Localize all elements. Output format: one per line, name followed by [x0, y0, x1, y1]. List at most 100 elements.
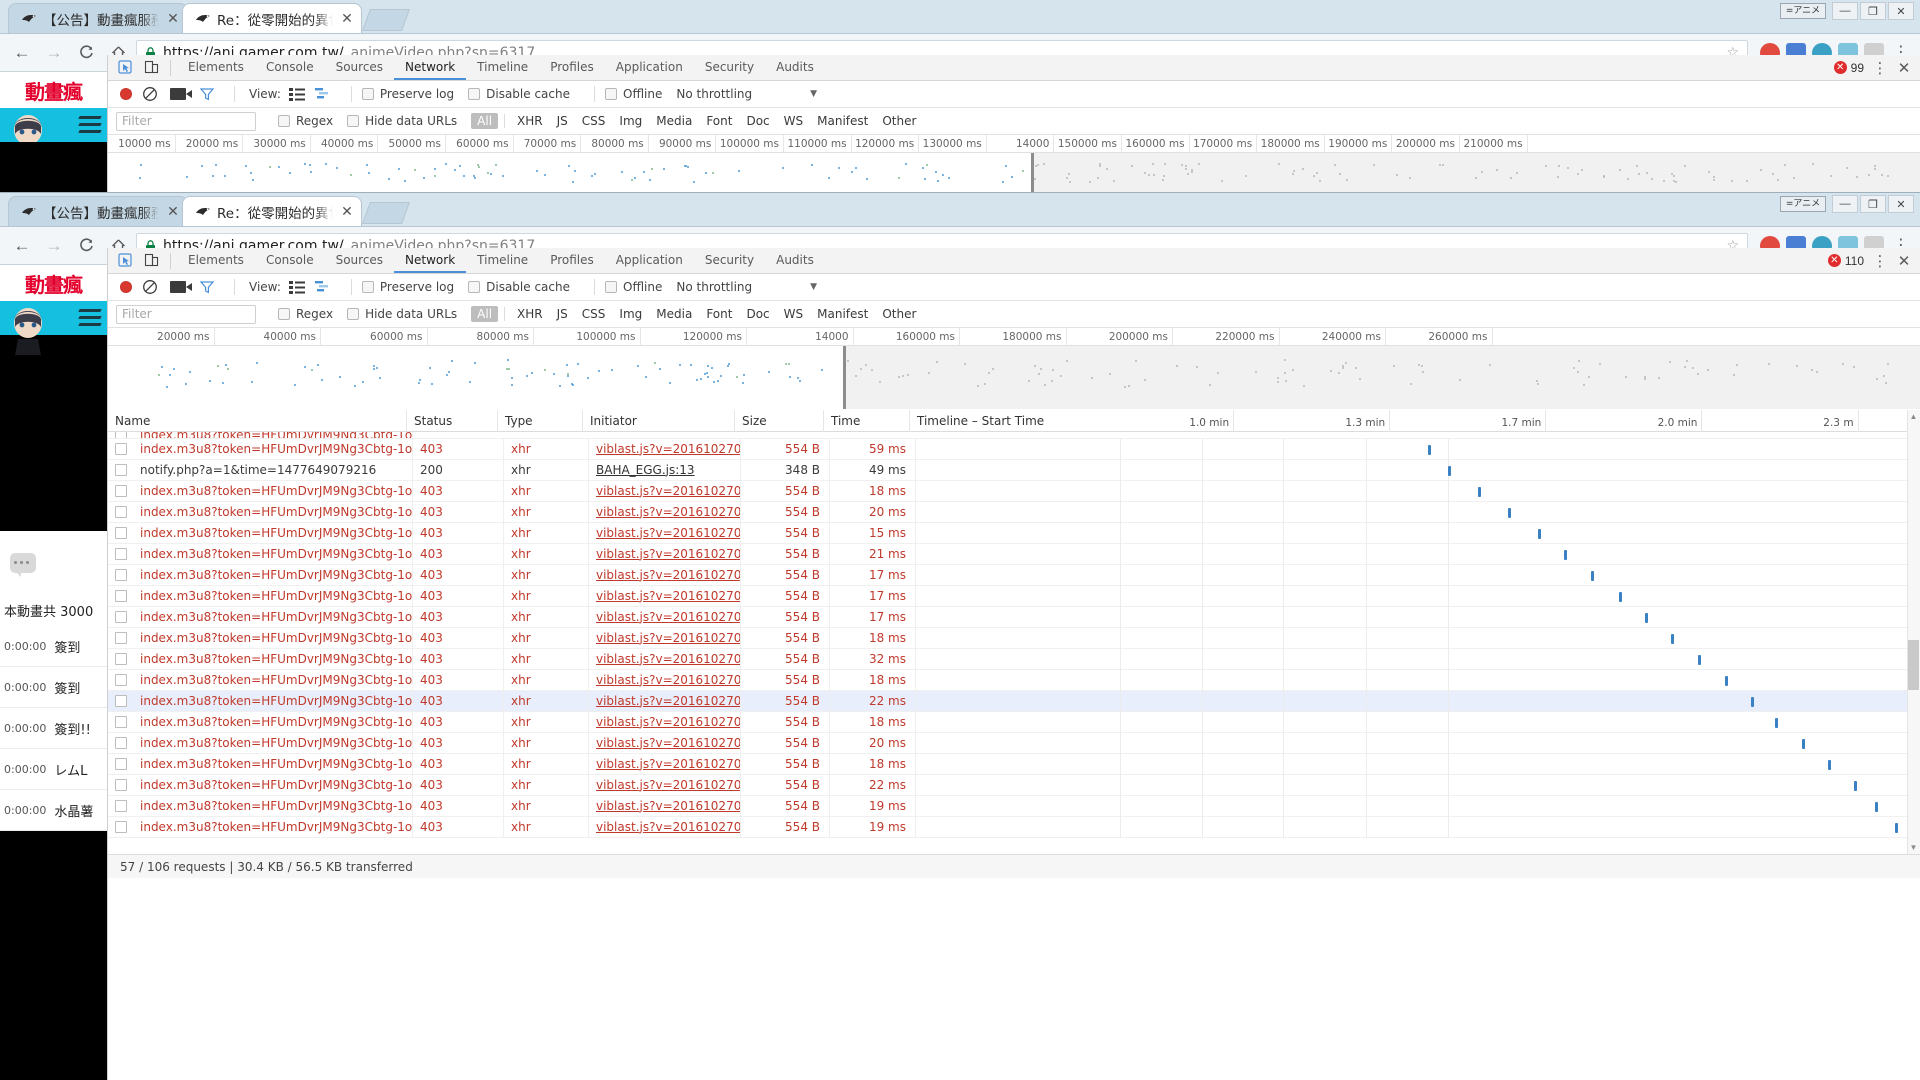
list-item[interactable]: 0:00:00 簽到: [0, 667, 107, 708]
devtools-tab-sources[interactable]: Sources: [325, 55, 394, 80]
regex-option[interactable]: Regex: [278, 114, 333, 128]
initiator-link[interactable]: viblast.js?v=2016102701:3: [596, 505, 740, 519]
column-header-size[interactable]: Size: [735, 410, 824, 432]
table-row[interactable]: index.m3u8?token=HFUmDvrJM9Ng3Cbtg-1orQ&…: [108, 711, 1920, 733]
filter-type-img[interactable]: Img: [613, 306, 648, 322]
table-scrollbar[interactable]: ▲ ▼: [1907, 410, 1920, 854]
devtools-tab-console[interactable]: Console: [255, 248, 325, 273]
filter-type-media[interactable]: Media: [650, 306, 698, 322]
row-checkbox[interactable]: [115, 611, 127, 623]
devtools-tab-timeline[interactable]: Timeline: [466, 248, 539, 273]
inspect-element-icon[interactable]: [112, 57, 138, 79]
filter-type-manifest[interactable]: Manifest: [811, 113, 874, 129]
table-row[interactable]: index.m3u8?token=HFUmDvrJM9Ng3Cbtg-1orQ&…: [108, 774, 1920, 796]
initiator-link[interactable]: viblast.js?v=2016102701:3: [596, 757, 740, 771]
row-checkbox[interactable]: [115, 737, 127, 749]
disable-cache-checkbox[interactable]: [468, 88, 481, 100]
regex-checkbox[interactable]: [278, 115, 290, 127]
view-list-icon[interactable]: [288, 87, 305, 101]
devtools-tab-security[interactable]: Security: [694, 55, 765, 80]
filter-type-doc[interactable]: Doc: [740, 113, 775, 129]
row-checkbox[interactable]: [115, 695, 127, 707]
browser-tab-1-close-icon[interactable]: ✕: [165, 203, 181, 220]
offline-checkbox[interactable]: [605, 88, 617, 100]
hide-data-urls-checkbox[interactable]: [347, 115, 360, 127]
initiator-link[interactable]: viblast.js?v=2016102701:3: [596, 673, 740, 687]
chevron-down-icon[interactable]: ▼: [810, 89, 817, 99]
initiator-link[interactable]: viblast.js?v=2016102701:3: [596, 568, 740, 582]
error-count-badge[interactable]: ✕ 110: [1827, 254, 1864, 268]
regex-checkbox[interactable]: [278, 308, 290, 320]
row-checkbox[interactable]: [115, 632, 127, 644]
row-checkbox[interactable]: [115, 590, 127, 602]
window-maximize-button[interactable]: ❐: [1860, 195, 1886, 213]
new-tab-button[interactable]: [361, 9, 411, 31]
overview-graph-bottom[interactable]: [108, 346, 1920, 409]
devtools-tab-profiles[interactable]: Profiles: [539, 55, 605, 80]
waterfall-bar[interactable]: [1644, 612, 1648, 623]
column-header-timeline[interactable]: Timeline – Start Time: [910, 410, 1078, 432]
initiator-link[interactable]: viblast.js?v=2016102701:3: [596, 610, 740, 624]
disable-cache-option[interactable]: Disable cache: [468, 87, 570, 101]
browser-tab-2[interactable]: Re：從零開始的異世界≒ ✕: [182, 3, 362, 33]
clear-button-icon[interactable]: [142, 86, 158, 102]
new-tab-button[interactable]: [361, 202, 411, 224]
initiator-link[interactable]: viblast.js?v=2016102701:3: [596, 547, 740, 561]
window-close-button[interactable]: ✕: [1888, 195, 1914, 213]
column-header-initiator[interactable]: Initiator: [583, 410, 735, 432]
window-close-button[interactable]: ✕: [1888, 2, 1914, 20]
row-checkbox[interactable]: [115, 485, 127, 497]
video-controls-bar[interactable]: [0, 108, 107, 162]
table-row[interactable]: index.m3u8?token=HFUmDvrJM9Ng3Cbtg-1orQ&…: [108, 690, 1920, 712]
filter-type-js[interactable]: JS: [551, 306, 574, 322]
waterfall-bar[interactable]: [1590, 570, 1594, 581]
filter-funnel-icon[interactable]: [199, 87, 215, 101]
view-list-icon[interactable]: [288, 280, 305, 294]
filter-type-img[interactable]: Img: [613, 113, 648, 129]
initiator-link[interactable]: viblast.js?v=2016102701:3: [596, 778, 740, 792]
disable-cache-option[interactable]: Disable cache: [468, 280, 570, 294]
filter-type-all[interactable]: All: [471, 306, 499, 322]
table-row[interactable]: index.m3u8?token=HFUmDvrJM9Ng3Cbtg-1orQ&…: [108, 753, 1920, 775]
comment-bubble-icon[interactable]: [10, 553, 36, 577]
forward-button[interactable]: →: [40, 39, 68, 67]
window-minimize-button[interactable]: —: [1832, 2, 1858, 20]
column-header-name[interactable]: Name: [108, 410, 407, 432]
initiator-link[interactable]: viblast.js?v=2016102701:3: [596, 820, 740, 834]
inspect-element-icon[interactable]: [112, 250, 138, 272]
table-row[interactable]: index.m3u8?token=HFUmDvrJM9Ng3Cbtg-1orQ&…: [108, 816, 1920, 838]
filter-type-other[interactable]: Other: [876, 306, 922, 322]
site-logo[interactable]: 動畫瘋: [0, 72, 107, 108]
filter-type-ws[interactable]: WS: [778, 306, 809, 322]
filter-type-css[interactable]: CSS: [576, 306, 612, 322]
filter-type-doc[interactable]: Doc: [740, 306, 775, 322]
waterfall-bar[interactable]: [1618, 591, 1622, 602]
waterfall-bar[interactable]: [1853, 780, 1857, 791]
initiator-link[interactable]: viblast.js?v=2016102701:3: [596, 484, 740, 498]
table-row[interactable]: index.m3u8?token=HFUmDvrJM9Ng3Cbtg-1orQ&…: [108, 606, 1920, 628]
throttling-select[interactable]: No throttling ▼: [676, 87, 817, 101]
devtools-tab-application[interactable]: Application: [605, 55, 694, 80]
scroll-down-arrow-icon[interactable]: ▼: [1909, 843, 1918, 852]
waterfall-bar[interactable]: [1538, 528, 1542, 539]
error-count-badge[interactable]: ✕ 99: [1833, 61, 1864, 75]
row-checkbox[interactable]: [115, 653, 127, 665]
devtools-tab-network[interactable]: Network: [394, 55, 467, 80]
preserve-log-checkbox[interactable]: [361, 88, 374, 100]
table-scrollbar-thumb[interactable]: [1908, 640, 1919, 690]
browser-tab-1[interactable]: 【公告】動畫瘋服務正¥ ✕: [8, 196, 188, 226]
devtools-tab-network[interactable]: Network: [394, 248, 467, 273]
filter-type-js[interactable]: JS: [551, 113, 574, 129]
filter-type-font[interactable]: Font: [700, 113, 738, 129]
initiator-link[interactable]: viblast.js?v=2016102701:3: [596, 631, 740, 645]
initiator-link[interactable]: BAHA_EGG.js:13: [596, 463, 695, 477]
waterfall-bar[interactable]: [1801, 738, 1805, 749]
table-row[interactable]: index.m3u8?token=HFUmDvrJM9Ng3Cbtg-1orQ&…: [108, 522, 1920, 544]
record-button-icon[interactable]: [120, 88, 132, 100]
table-row[interactable]: index.m3u8?token=HFUmDvrJM9Ng3Cbtg-1orQ&…: [108, 648, 1920, 670]
row-checkbox[interactable]: [115, 674, 127, 686]
devtools-tab-timeline[interactable]: Timeline: [466, 55, 539, 80]
table-row[interactable]: index.m3u8?token=HFUmDvrJM9Ng3Cbtg-1orQ&…: [108, 795, 1920, 817]
row-checkbox[interactable]: [115, 800, 127, 812]
disable-cache-checkbox[interactable]: [468, 281, 481, 293]
